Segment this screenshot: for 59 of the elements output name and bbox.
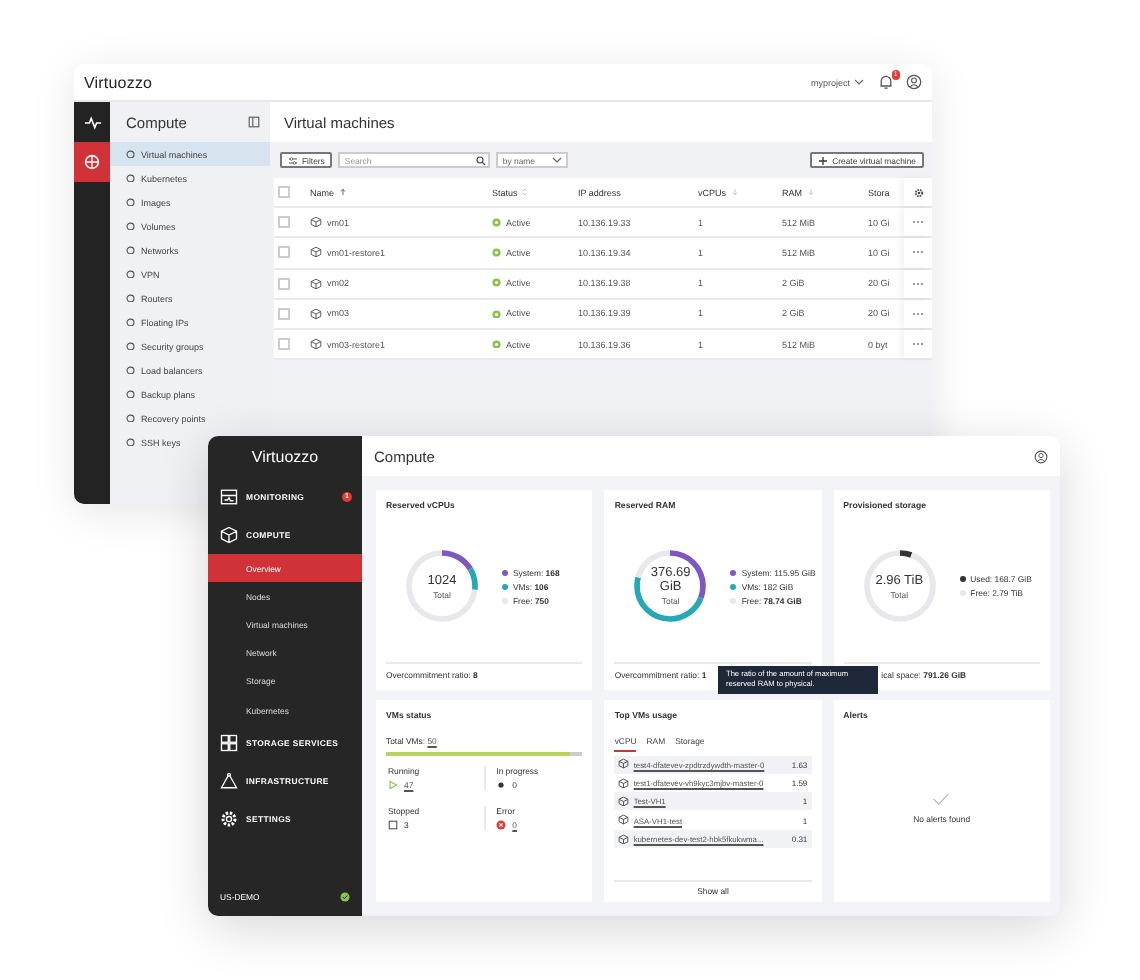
- cube-icon: [310, 216, 322, 229]
- user-icon[interactable]: [906, 74, 922, 90]
- cube-icon: [310, 307, 322, 320]
- circle-icon: [126, 269, 135, 279]
- status-icon: [492, 278, 501, 288]
- circle-icon: [126, 293, 135, 303]
- circle-icon: [126, 221, 135, 231]
- caret-icon: [854, 78, 864, 86]
- cube-icon: [220, 526, 238, 544]
- circle-icon: [126, 341, 135, 351]
- cube-icon: [618, 758, 630, 770]
- checkbox[interactable]: [278, 216, 290, 229]
- search-icon: [476, 155, 487, 165]
- cube-icon: [310, 277, 322, 290]
- circle-icon: [126, 149, 135, 159]
- circle-icon: [126, 245, 135, 255]
- status-icon: [492, 309, 501, 319]
- cube-icon: [618, 814, 630, 826]
- cube-icon: [310, 338, 322, 351]
- user-icon[interactable]: [1034, 449, 1048, 463]
- monitor-icon: [220, 488, 238, 506]
- plus-icon: [818, 155, 829, 165]
- settings-icon[interactable]: [913, 187, 923, 198]
- cube-icon: [618, 795, 630, 807]
- cube-icon: [618, 777, 630, 789]
- sort-arrow-icon[interactable]: [339, 188, 346, 197]
- gear-icon: [220, 810, 238, 829]
- cube-icon: [618, 833, 630, 845]
- grid-icon: [220, 734, 238, 753]
- checkbox[interactable]: [278, 277, 290, 290]
- logo: Virtuozzo: [251, 448, 319, 466]
- status-icon: [492, 248, 501, 258]
- logo: Virtuozzo: [84, 73, 153, 91]
- play-icon: [388, 779, 398, 789]
- status-icon: [492, 218, 501, 228]
- status-icon: [492, 339, 501, 349]
- checkbox[interactable]: [278, 338, 290, 351]
- caret-icon: [552, 156, 563, 164]
- triangle-icon: [220, 772, 238, 791]
- circle-icon: [126, 437, 135, 447]
- circle-icon: [126, 389, 135, 399]
- checkbox[interactable]: [278, 307, 290, 320]
- sliders-icon: [288, 155, 298, 165]
- circle-icon: [126, 317, 135, 327]
- circle-icon: [126, 197, 135, 207]
- crosshair-icon: [84, 154, 100, 170]
- square-icon: [388, 819, 398, 829]
- circle-icon: [126, 365, 135, 375]
- collapse-icon[interactable]: [248, 116, 260, 128]
- circle-icon: [126, 173, 135, 183]
- checkbox[interactable]: [278, 246, 290, 259]
- checkbox[interactable]: [278, 186, 290, 199]
- bell-icon[interactable]: [878, 74, 894, 90]
- circle-icon: [126, 413, 135, 423]
- check-icon: [932, 792, 951, 806]
- cube-icon: [310, 246, 322, 259]
- pulse-icon: [83, 113, 101, 131]
- error-icon: [496, 819, 507, 829]
- dot-icon: [496, 779, 507, 789]
